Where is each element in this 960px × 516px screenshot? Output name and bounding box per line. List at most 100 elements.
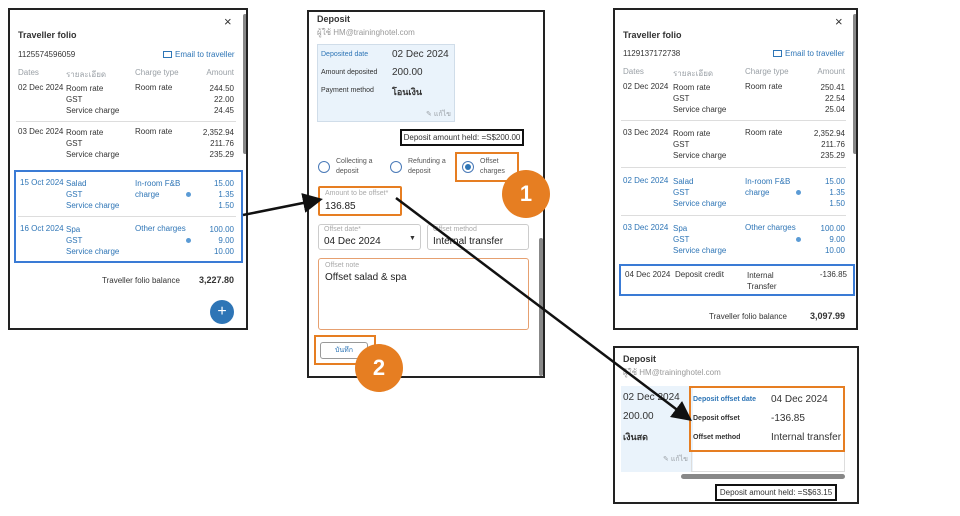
folio-number: 1125574596059 (18, 50, 76, 59)
row-date: 03 Dec 2024 (623, 223, 669, 232)
email-traveller-link[interactable]: Email to traveller (163, 50, 235, 59)
col-desc: รายละเอียด (66, 70, 107, 79)
deposit-owner: ผู้ใช้ HM@traininghotel.com (317, 28, 415, 37)
row-type: Room rate (135, 127, 173, 136)
scrollbar[interactable] (243, 14, 246, 154)
credit-type: Internal Transfer (747, 271, 777, 291)
step-badge-2: 2 (355, 344, 403, 392)
row-type: Room rate (135, 83, 173, 92)
offset-date-label: Offset date* (324, 226, 361, 233)
chevron-down-icon: ▼ (409, 235, 416, 242)
offset-method-field[interactable]: Offset method Internal transfer (427, 224, 529, 250)
pencil-icon: ✎ (663, 456, 669, 463)
envelope-icon (773, 50, 782, 57)
row-amounts: 244.50 22.00 24.45 (209, 84, 234, 115)
scrollbar[interactable] (853, 14, 856, 154)
deposit-credit-row[interactable]: 04 Dec 2024 Deposit credit Internal Tran… (619, 264, 855, 296)
row-lines: Room rate GST Service charge (66, 128, 120, 159)
row-amounts: 15.00 1.35 1.50 (213, 179, 234, 210)
balance-value: 3,097.99 (809, 311, 845, 321)
balance-label: Traveller folio balance (709, 312, 787, 321)
left-amount: 200.00 (623, 411, 654, 422)
row-lines: Spa GST Service charge (66, 225, 120, 256)
deposit-card: Deposited date 02 Dec 2024 Amount deposi… (317, 44, 455, 122)
row-date: 15 Oct 2024 (20, 178, 64, 187)
credit-date: 04 Dec 2024 (625, 270, 671, 279)
col-type: Charge type (745, 67, 789, 76)
add-button[interactable]: + (210, 300, 234, 324)
row-date: 03 Dec 2024 (623, 128, 669, 137)
offset-amount-field[interactable]: Amount to be offset* 136.85 (318, 186, 402, 216)
divider (621, 167, 846, 168)
col-type: Charge type (135, 68, 179, 77)
amount-value: 200.00 (392, 67, 423, 78)
offset-amount-value: 136.85 (325, 201, 356, 212)
previous-deposit-card: 02 Dec 2024 200.00 เงินสด ✎ แก้ไข (621, 386, 693, 472)
offset-label: Deposit offset (693, 415, 740, 422)
deposited-date-label: Deposited date (321, 51, 369, 58)
right-folio-panel: Traveller folio × 1129137172738 Email to… (613, 8, 858, 330)
envelope-icon (163, 51, 172, 58)
row-type: Room rate (745, 128, 783, 137)
row-amounts: 2,352.94 211.76 235.29 (813, 129, 845, 160)
offset-value: -136.85 (771, 413, 805, 424)
close-icon[interactable]: × (224, 14, 232, 29)
row-date: 02 Dec 2024 (18, 83, 64, 92)
offset-date-label: Deposit offset date (693, 396, 757, 403)
offset-date-select[interactable]: Offset date* 04 Dec 2024 ▼ (318, 224, 421, 250)
edit-link[interactable]: ✎ แก้ไข (663, 454, 688, 465)
balance-label: Traveller folio balance (102, 276, 180, 285)
offset-note-textarea[interactable]: Offset note Offset salad & spa (318, 258, 529, 330)
method-value: โอนเงิน (392, 87, 423, 97)
divider (621, 120, 846, 121)
offset-method-label: Offset method (693, 434, 741, 441)
row-date: 03 Dec 2024 (18, 127, 64, 136)
row-type: Room rate (745, 82, 783, 91)
row-amounts: 2,352.94 211.76 235.29 (202, 128, 234, 159)
row-lines: Spa GST Service charge (673, 224, 727, 255)
scrollbar[interactable] (539, 238, 543, 376)
method-label: Payment method (321, 87, 374, 94)
col-dates: Dates (18, 68, 39, 77)
radio-collecting[interactable] (318, 161, 330, 173)
offset-method-label: Offset method (433, 226, 477, 233)
radio-refunding[interactable] (390, 161, 402, 173)
col-desc: รายละเอียด (673, 69, 714, 78)
offset-amount-label: Amount to be offset* (325, 190, 389, 197)
edit-link[interactable]: ✎ แก้ไข (426, 109, 451, 120)
row-date: 02 Dec 2024 (623, 82, 669, 91)
balance-value: 3,227.80 (198, 275, 234, 285)
left-date: 02 Dec 2024 (623, 392, 680, 403)
amount-label: Amount deposited (321, 69, 378, 76)
row-amounts: 100.00 9.00 10.00 (209, 225, 234, 256)
email-traveller-link[interactable]: Email to traveller (773, 49, 845, 58)
divider (16, 121, 236, 122)
radio-refunding-label: Refunding a deposit (408, 158, 446, 175)
offset-date-value: 04 Dec 2024 (771, 394, 828, 405)
row-amounts: 250.41 22.54 25.04 (820, 83, 845, 114)
offset-note-label: Offset note (325, 262, 360, 269)
col-amount: Amount (817, 67, 845, 76)
row-amounts: 100.00 9.00 10.00 (820, 224, 845, 255)
row-date: 02 Dec 2024 (623, 176, 669, 185)
step-badge-1: 1 (502, 170, 550, 218)
deposit-held: Deposit amount held: =S$63.15 (715, 484, 837, 501)
close-icon[interactable]: × (835, 14, 843, 29)
folio-title: Traveller folio (623, 30, 682, 40)
credit-desc: Deposit credit (675, 270, 724, 279)
deposit-title: Deposit (317, 14, 351, 24)
row-type: Other charges (135, 224, 186, 233)
folio-title: Traveller folio (18, 30, 77, 40)
row-lines: Room rate GST Service charge (673, 83, 727, 114)
card-footer (691, 452, 845, 472)
pencil-icon: ✎ (426, 111, 432, 118)
col-amount: Amount (206, 68, 234, 77)
row-type: Other charges (745, 223, 796, 232)
offset-method-value: Internal transfer (771, 432, 842, 443)
horizontal-scrollbar[interactable] (681, 474, 845, 479)
row-amounts: 15.00 1.35 1.50 (824, 177, 845, 208)
left-method: เงินสด (623, 432, 648, 442)
row-lines: Room rate GST Service charge (66, 84, 120, 115)
deposited-date: 02 Dec 2024 (392, 49, 449, 60)
radio-offset[interactable] (462, 161, 474, 173)
